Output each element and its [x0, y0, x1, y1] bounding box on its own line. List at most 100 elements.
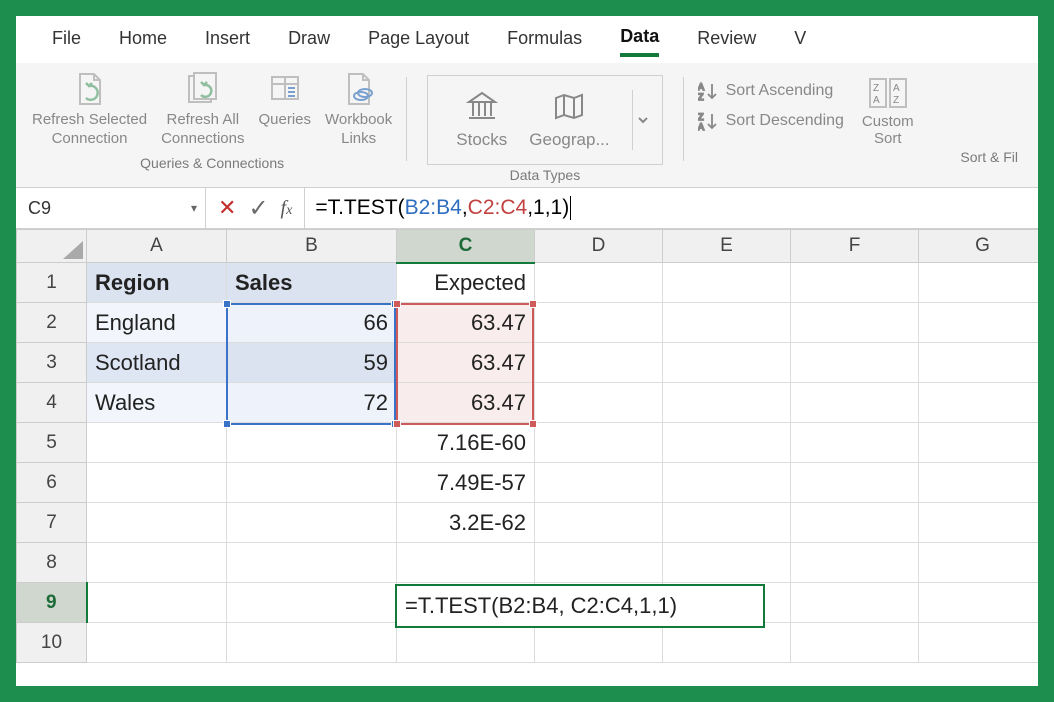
sort-descending-button[interactable]: ZA Sort Descending: [698, 111, 844, 131]
cell-f9[interactable]: [791, 583, 919, 623]
cell-f6[interactable]: [791, 463, 919, 503]
cell-e1[interactable]: [663, 263, 791, 303]
cell-b4[interactable]: 72: [227, 383, 397, 423]
geography-data-type-button[interactable]: Geograp...: [529, 90, 609, 150]
cell-g2[interactable]: [919, 303, 1039, 343]
col-header-f[interactable]: F: [791, 230, 919, 263]
queries-button[interactable]: Queries: [258, 71, 311, 149]
cell-a5[interactable]: [87, 423, 227, 463]
cell-e10[interactable]: [663, 623, 791, 663]
enter-formula-button[interactable]: ✓: [248, 194, 268, 223]
cell-c7[interactable]: 3.2E-62: [397, 503, 535, 543]
cell-f10[interactable]: [791, 623, 919, 663]
col-header-e[interactable]: E: [663, 230, 791, 263]
select-all-corner[interactable]: [17, 230, 87, 263]
cell-b10[interactable]: [227, 623, 397, 663]
sort-ascending-button[interactable]: AZ Sort Ascending: [698, 81, 844, 101]
tab-draw[interactable]: Draw: [288, 28, 330, 55]
cell-b7[interactable]: [227, 503, 397, 543]
col-header-c[interactable]: C: [397, 230, 535, 263]
cell-g4[interactable]: [919, 383, 1039, 423]
cell-d8[interactable]: [535, 543, 663, 583]
cell-e2[interactable]: [663, 303, 791, 343]
row-header-2[interactable]: 2: [17, 303, 87, 343]
cell-f5[interactable]: [791, 423, 919, 463]
cell-e6[interactable]: [663, 463, 791, 503]
cell-b1[interactable]: Sales: [227, 263, 397, 303]
cell-c8[interactable]: [397, 543, 535, 583]
cell-b9[interactable]: [227, 583, 397, 623]
refresh-selected-connection-button[interactable]: Refresh Selected Connection: [32, 71, 147, 149]
cell-g9[interactable]: [919, 583, 1039, 623]
cell-f1[interactable]: [791, 263, 919, 303]
cell-g1[interactable]: [919, 263, 1039, 303]
cell-a10[interactable]: [87, 623, 227, 663]
tab-file[interactable]: File: [52, 28, 81, 55]
formula-input[interactable]: =T.TEST(B2:B4, C2:C4,1,1): [305, 188, 1038, 228]
cell-a9[interactable]: [87, 583, 227, 623]
tab-view[interactable]: V: [794, 28, 806, 55]
cell-f8[interactable]: [791, 543, 919, 583]
cell-c1[interactable]: Expected: [397, 263, 535, 303]
data-types-expand-button[interactable]: [632, 90, 654, 150]
col-header-g[interactable]: G: [919, 230, 1039, 263]
cell-b8[interactable]: [227, 543, 397, 583]
tab-page-layout[interactable]: Page Layout: [368, 28, 469, 55]
cell-c4[interactable]: 63.47: [397, 383, 535, 423]
col-header-d[interactable]: D: [535, 230, 663, 263]
tab-review[interactable]: Review: [697, 28, 756, 55]
custom-sort-button[interactable]: ZA AZ Custom Sort: [862, 71, 914, 147]
active-cell-editor[interactable]: =T.TEST(B2:B4, C2:C4,1,1): [395, 584, 765, 628]
row-header-7[interactable]: 7: [17, 503, 87, 543]
cell-d6[interactable]: [535, 463, 663, 503]
cell-g3[interactable]: [919, 343, 1039, 383]
tab-data[interactable]: Data: [620, 26, 659, 57]
row-header-9[interactable]: 9: [17, 583, 87, 623]
cell-d3[interactable]: [535, 343, 663, 383]
cell-d1[interactable]: [535, 263, 663, 303]
cell-g5[interactable]: [919, 423, 1039, 463]
cell-a1[interactable]: Region: [87, 263, 227, 303]
cell-f3[interactable]: [791, 343, 919, 383]
cell-b3[interactable]: 59: [227, 343, 397, 383]
cell-g6[interactable]: [919, 463, 1039, 503]
cell-b2[interactable]: 66: [227, 303, 397, 343]
row-header-10[interactable]: 10: [17, 623, 87, 663]
cell-a3[interactable]: Scotland: [87, 343, 227, 383]
row-header-4[interactable]: 4: [17, 383, 87, 423]
cell-a8[interactable]: [87, 543, 227, 583]
row-header-3[interactable]: 3: [17, 343, 87, 383]
cell-d7[interactable]: [535, 503, 663, 543]
workbook-links-button[interactable]: Workbook Links: [325, 71, 392, 149]
tab-home[interactable]: Home: [119, 28, 167, 55]
refresh-all-connections-button[interactable]: Refresh All Connections: [161, 71, 244, 149]
cell-e8[interactable]: [663, 543, 791, 583]
cell-a7[interactable]: [87, 503, 227, 543]
row-header-8[interactable]: 8: [17, 543, 87, 583]
cell-e4[interactable]: [663, 383, 791, 423]
row-header-1[interactable]: 1: [17, 263, 87, 303]
cell-g7[interactable]: [919, 503, 1039, 543]
row-header-6[interactable]: 6: [17, 463, 87, 503]
name-box[interactable]: C9 ▾: [16, 188, 206, 228]
cell-d5[interactable]: [535, 423, 663, 463]
cell-f2[interactable]: [791, 303, 919, 343]
col-header-a[interactable]: A: [87, 230, 227, 263]
cell-e3[interactable]: [663, 343, 791, 383]
cell-e5[interactable]: [663, 423, 791, 463]
cell-f7[interactable]: [791, 503, 919, 543]
cell-c5[interactable]: 7.16E-60: [397, 423, 535, 463]
spreadsheet-grid[interactable]: A B C D E F G 1 Region Sales Expected: [16, 229, 1038, 686]
tab-formulas[interactable]: Formulas: [507, 28, 582, 55]
stocks-data-type-button[interactable]: Stocks: [456, 90, 507, 150]
cell-f4[interactable]: [791, 383, 919, 423]
cell-a6[interactable]: [87, 463, 227, 503]
col-header-b[interactable]: B: [227, 230, 397, 263]
cell-g8[interactable]: [919, 543, 1039, 583]
cell-c3[interactable]: 63.47: [397, 343, 535, 383]
cell-b5[interactable]: [227, 423, 397, 463]
cell-c6[interactable]: 7.49E-57: [397, 463, 535, 503]
tab-insert[interactable]: Insert: [205, 28, 250, 55]
cell-d4[interactable]: [535, 383, 663, 423]
row-header-5[interactable]: 5: [17, 423, 87, 463]
